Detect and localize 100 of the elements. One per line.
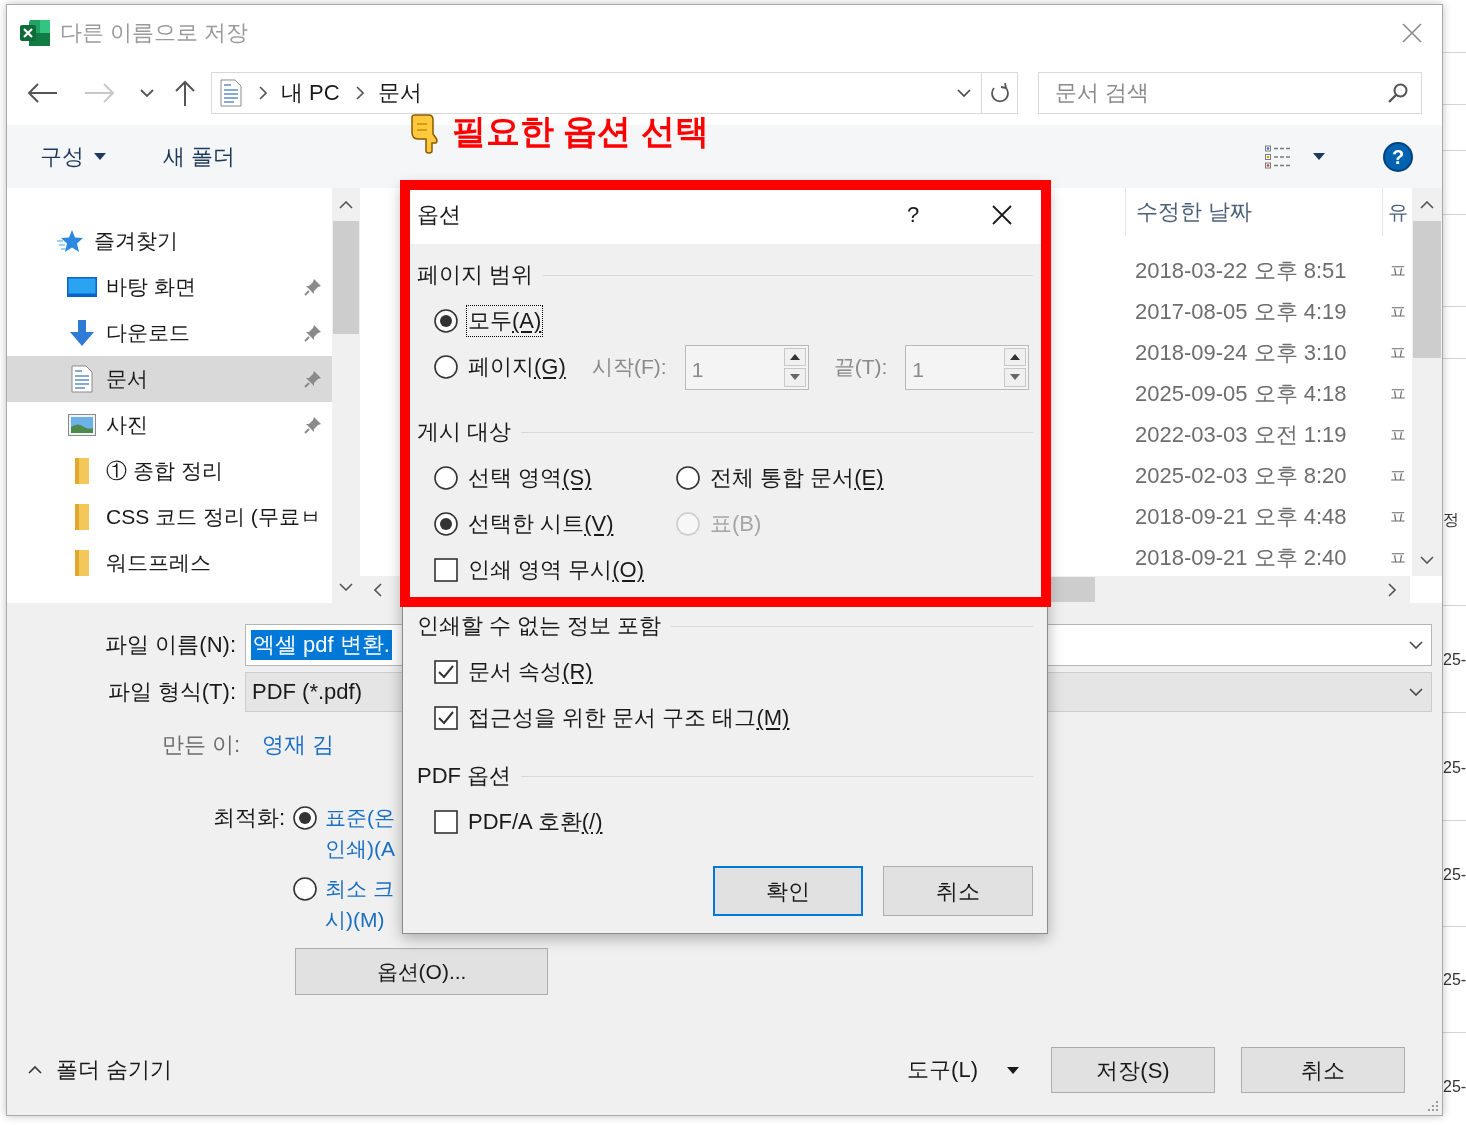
radio-label[interactable]: 선택한 시트(V) bbox=[466, 508, 616, 540]
pin-icon[interactable] bbox=[304, 278, 322, 296]
radio-button[interactable] bbox=[676, 466, 700, 490]
field-label: 파일 이름(N): bbox=[104, 631, 236, 659]
checkbox-label[interactable]: PDF/A 호환(/) bbox=[466, 806, 605, 838]
table-cell-text: 2018-09-21 오후 2:40 bbox=[1135, 543, 1347, 572]
radio-label[interactable]: 표준(온 인쇄)(A bbox=[325, 802, 395, 864]
new-folder-button[interactable]: 새 폴더 bbox=[163, 141, 236, 172]
resize-grip-icon[interactable] bbox=[1427, 1100, 1439, 1112]
search-icon[interactable] bbox=[1388, 83, 1408, 103]
table-cell-text: 2018-09-21 오후 4:48 bbox=[1135, 502, 1347, 531]
table-cell-text: 2025-02-03 오후 8:20 bbox=[1135, 461, 1347, 490]
cancel-button[interactable]: 취소 bbox=[1241, 1047, 1405, 1093]
radio-label[interactable]: 최소 크 시)(M) bbox=[325, 873, 394, 935]
help-button[interactable]: ? bbox=[1383, 141, 1413, 172]
triangle-down-icon bbox=[789, 374, 800, 381]
ok-button[interactable]: 확인 bbox=[713, 866, 863, 916]
radio-label[interactable]: 전체 통합 문서(E) bbox=[708, 462, 886, 494]
author-name[interactable]: 영재 김 bbox=[262, 730, 335, 760]
cancel-button[interactable]: 취소 bbox=[883, 866, 1033, 916]
checkbox[interactable] bbox=[434, 558, 458, 582]
radio-button[interactable] bbox=[434, 355, 458, 379]
organize-menu-button[interactable]: 구성 bbox=[40, 141, 106, 172]
chevron-up-icon[interactable] bbox=[339, 200, 353, 209]
checkbox[interactable] bbox=[434, 706, 458, 730]
table-cell-text: ㅍ bbox=[1388, 381, 1408, 407]
radio-label[interactable]: 모두(A) bbox=[466, 305, 544, 337]
breadcrumb[interactable]: 문서 bbox=[377, 78, 422, 108]
caret-down-icon[interactable] bbox=[1313, 153, 1325, 160]
chevron-up-icon[interactable] bbox=[1420, 200, 1434, 209]
chevron-down-icon[interactable] bbox=[140, 89, 154, 97]
radio-button[interactable] bbox=[293, 877, 317, 901]
close-icon[interactable] bbox=[992, 204, 1012, 225]
table-cell-text: ㅍ bbox=[1388, 463, 1408, 489]
scrollbar-thumb[interactable] bbox=[1413, 221, 1441, 358]
radio-button[interactable] bbox=[434, 309, 458, 333]
radio-button[interactable] bbox=[434, 512, 458, 536]
radio-label[interactable]: 페이지(G) bbox=[466, 351, 568, 383]
address-bar[interactable]: 내 PC 문서 bbox=[211, 72, 982, 114]
checkbox-label[interactable]: 문서 속성(R) bbox=[466, 656, 595, 688]
details-view-icon[interactable] bbox=[1265, 144, 1292, 169]
table-cell-text: ㅍ bbox=[1388, 340, 1408, 366]
document-icon bbox=[220, 79, 242, 107]
chevron-down-icon[interactable] bbox=[1409, 688, 1423, 696]
chevron-right-icon[interactable] bbox=[355, 86, 364, 100]
checkbox[interactable] bbox=[434, 660, 458, 684]
chevron-up-icon[interactable] bbox=[28, 1066, 42, 1074]
folder-icon bbox=[73, 458, 91, 484]
field-label: 최적화: bbox=[211, 804, 285, 832]
window-title: 다른 이름으로 저장 bbox=[60, 19, 249, 47]
breadcrumb[interactable]: 내 PC bbox=[281, 78, 340, 108]
background-text: 25- bbox=[1443, 970, 1466, 990]
radio-label[interactable]: 선택 영역(S) bbox=[466, 462, 594, 494]
chevron-down-icon[interactable] bbox=[957, 89, 971, 97]
checkbox-label[interactable]: 인쇄 영역 무시(O) bbox=[466, 554, 646, 586]
column-header[interactable]: 유 bbox=[1388, 197, 1408, 227]
field-label: 파일 형식(T): bbox=[106, 678, 236, 706]
chevron-right-icon[interactable] bbox=[259, 86, 267, 100]
triangle-up-icon bbox=[789, 353, 800, 360]
group-title: 게시 대상 bbox=[417, 418, 512, 446]
pin-icon[interactable] bbox=[304, 416, 322, 434]
caret-down-icon[interactable] bbox=[1007, 1066, 1019, 1074]
table-cell-text: 2017-08-05 오후 4:19 bbox=[1135, 297, 1347, 326]
spin-label: 끝(T): bbox=[833, 354, 888, 380]
table-cell-text: ㅍ bbox=[1388, 504, 1408, 530]
table-cell-text: 2018-09-24 오후 3:10 bbox=[1135, 338, 1347, 367]
column-header[interactable]: 수정한 날짜 bbox=[1136, 197, 1253, 227]
options-button[interactable]: 옵션(O)... bbox=[295, 948, 548, 995]
checkbox[interactable] bbox=[434, 810, 458, 834]
chevron-left-icon[interactable] bbox=[374, 582, 382, 597]
chevron-down-icon[interactable] bbox=[1409, 641, 1423, 649]
up-arrow-icon[interactable] bbox=[174, 80, 196, 106]
scrollbar-thumb[interactable] bbox=[333, 221, 359, 334]
document-icon bbox=[71, 365, 93, 393]
annotation-text: 필요한 옵션 선택 bbox=[452, 111, 709, 151]
pin-icon[interactable] bbox=[304, 324, 322, 342]
sidebar-item[interactable]: 문서 bbox=[7, 356, 332, 402]
group-title: PDF 옵션 bbox=[417, 762, 512, 790]
chevron-right-icon[interactable] bbox=[1388, 582, 1396, 597]
background-text: 정 bbox=[1443, 510, 1459, 530]
help-button[interactable]: ? bbox=[901, 199, 925, 230]
caret-down-icon[interactable] bbox=[94, 153, 106, 160]
tools-menu-button[interactable]: 도구(L) bbox=[907, 1055, 1019, 1085]
folder-icon bbox=[73, 550, 91, 576]
table-cell-text: ㅍ bbox=[1388, 258, 1408, 284]
refresh-button[interactable] bbox=[982, 72, 1018, 114]
table-cell-text: 2022-03-03 오전 1:19 bbox=[1135, 420, 1347, 449]
chevron-down-icon[interactable] bbox=[339, 582, 353, 591]
save-button[interactable]: 저장(S) bbox=[1051, 1047, 1215, 1093]
monitor-icon bbox=[67, 277, 97, 297]
chevron-down-icon[interactable] bbox=[1420, 555, 1434, 564]
checkbox-label[interactable]: 접근성을 위한 문서 구조 태그(M) bbox=[466, 702, 792, 734]
radio-button[interactable] bbox=[293, 806, 317, 830]
radio-button[interactable] bbox=[434, 466, 458, 490]
back-arrow-icon[interactable] bbox=[26, 81, 58, 105]
spin-label: 시작(F): bbox=[592, 354, 667, 380]
folder-icon bbox=[73, 504, 91, 530]
search-field[interactable]: 문서 검색 bbox=[1038, 72, 1422, 114]
hide-folders-button[interactable]: 폴더 숨기기 bbox=[28, 1055, 173, 1085]
star-icon bbox=[57, 229, 83, 253]
